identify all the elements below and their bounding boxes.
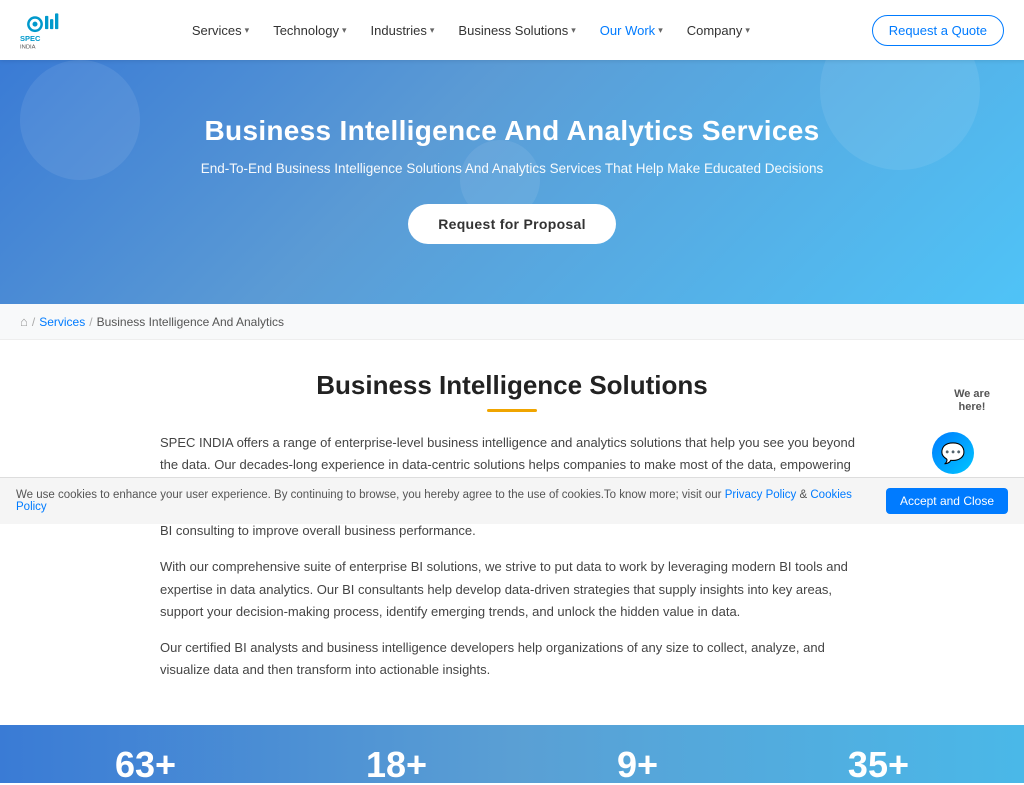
- content-paragraph-3: Our certified BI analysts and business i…: [160, 637, 864, 681]
- stat-item-1: 63+: [115, 747, 176, 783]
- svg-text:SPEC: SPEC: [20, 34, 41, 43]
- hero-title: Business Intelligence And Analytics Serv…: [20, 115, 1004, 147]
- we-are-here-line1: We are here!: [954, 388, 990, 412]
- chevron-down-icon: ▾: [342, 25, 347, 36]
- chevron-down-icon: ▾: [658, 25, 663, 36]
- stat-number-1: 63+: [115, 747, 176, 783]
- request-quote-button[interactable]: Request a Quote: [872, 15, 1004, 46]
- nav-label-industries: Industries: [371, 23, 427, 38]
- main-content: Business Intelligence Solutions SPEC IND…: [0, 340, 1024, 715]
- chevron-down-icon: ▾: [430, 25, 435, 36]
- stat-number-2: 18+: [366, 747, 427, 783]
- stat-number-4: 35+: [848, 747, 909, 783]
- chat-button[interactable]: 💬: [932, 432, 974, 474]
- stat-item-4: 35+: [848, 747, 909, 783]
- hero-section: Business Intelligence And Analytics Serv…: [0, 60, 1024, 304]
- cookie-text: We use cookies to enhance your user expe…: [16, 489, 874, 513]
- stat-item-3: 9+: [617, 747, 658, 783]
- breadcrumb-separator: /: [32, 315, 35, 329]
- chat-widget: We are here! 💬: [932, 373, 1012, 474]
- cookie-accept-button[interactable]: Accept and Close: [886, 488, 1008, 514]
- svg-text:INDIA: INDIA: [20, 44, 36, 50]
- chat-icon: 💬: [941, 441, 966, 466]
- nav-item-industries[interactable]: Industries ▾: [361, 17, 445, 44]
- breadcrumb-services-link[interactable]: Services: [39, 315, 85, 329]
- content-paragraph-2: With our comprehensive suite of enterpri…: [160, 556, 864, 622]
- nav-item-business-solutions[interactable]: Business Solutions ▾: [448, 17, 585, 44]
- navbar: SPEC INDIA Services ▾ Technology ▾ Indus…: [0, 0, 1024, 60]
- logo[interactable]: SPEC INDIA: [20, 9, 70, 51]
- chevron-down-icon: ▾: [745, 25, 750, 36]
- nav-item-our-work[interactable]: Our Work ▾: [590, 17, 673, 44]
- we-are-here-label: We are here!: [932, 373, 1012, 428]
- nav-label-our-work: Our Work: [600, 23, 655, 38]
- nav-item-company[interactable]: Company ▾: [677, 17, 760, 44]
- home-icon[interactable]: ⌂: [20, 314, 28, 329]
- nav-label-technology: Technology: [273, 23, 339, 38]
- stat-item-2: 18+: [366, 747, 427, 783]
- nav-label-services: Services: [192, 23, 242, 38]
- nav-item-services[interactable]: Services ▾: [182, 17, 259, 44]
- nav-links: Services ▾ Technology ▾ Industries ▾ Bus…: [182, 17, 760, 44]
- cookie-banner: We use cookies to enhance your user expe…: [0, 477, 1024, 524]
- nav-label-company: Company: [687, 23, 743, 38]
- title-underline-decoration: [487, 409, 537, 412]
- breadcrumb-separator-2: /: [89, 315, 92, 329]
- nav-label-business-solutions: Business Solutions: [458, 23, 568, 38]
- chevron-down-icon: ▾: [571, 25, 576, 36]
- chevron-down-icon: ▾: [245, 25, 250, 36]
- hero-subtitle: End-To-End Business Intelligence Solutio…: [20, 161, 1004, 176]
- request-proposal-button[interactable]: Request for Proposal: [408, 204, 616, 244]
- section-title: Business Intelligence Solutions: [160, 370, 864, 401]
- breadcrumb-current: Business Intelligence And Analytics: [97, 315, 284, 329]
- privacy-policy-link[interactable]: Privacy Policy: [725, 489, 797, 501]
- breadcrumb: ⌂ / Services / Business Intelligence And…: [0, 304, 1024, 340]
- nav-item-technology[interactable]: Technology ▾: [263, 17, 356, 44]
- stats-bar: 63+ 18+ 9+ 35+: [0, 725, 1024, 783]
- stat-number-3: 9+: [617, 747, 658, 783]
